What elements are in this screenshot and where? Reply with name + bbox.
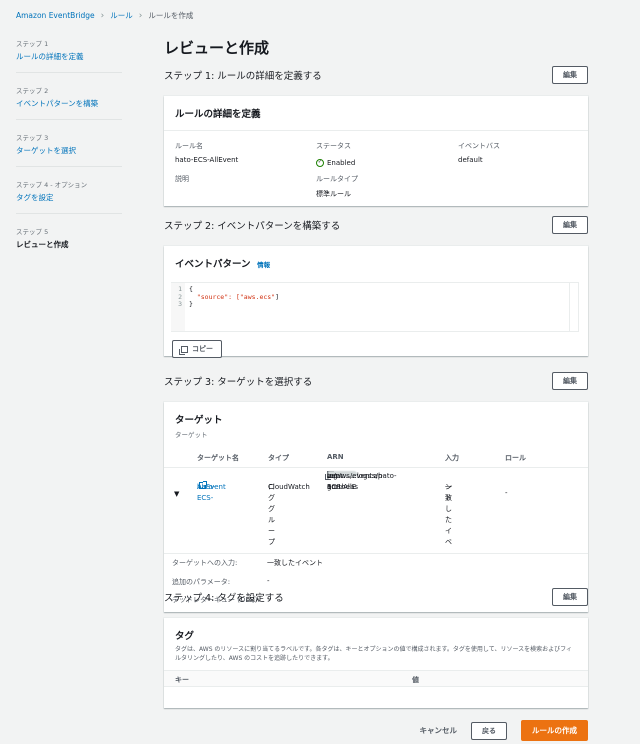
chevron-right-icon: › xyxy=(138,10,143,21)
target-role: - xyxy=(505,489,508,497)
tags-table-header: キー 値 xyxy=(164,670,588,687)
step-current-review: レビューと作成 xyxy=(16,240,69,249)
wizard-footer: キャンセル 戻る ルールの作成 xyxy=(420,720,588,741)
step-link-event-pattern[interactable]: イベントパターンを構築 xyxy=(16,98,122,109)
expand-caret-icon[interactable]: ▼ xyxy=(174,489,179,500)
section-3-header: ステップ 3: ターゲットを選択する 編集 xyxy=(164,372,588,390)
copy-icon xyxy=(179,345,188,355)
col-arn: ARN xyxy=(327,453,344,461)
rule-type-field: ルールタイプ 標準ルール xyxy=(316,174,358,199)
page-title: レビューと作成 xyxy=(164,39,270,57)
step-link-targets[interactable]: ターゲットを選択 xyxy=(16,145,122,156)
event-bus-field: イベントバス default xyxy=(458,141,500,164)
col-target-name: ターゲット名 xyxy=(197,454,239,462)
step-2: ステップ 2 イベントパターンを構築 xyxy=(16,81,122,120)
step-number: ステップ 4 - オプション xyxy=(16,181,88,189)
field-label: ルールタイプ xyxy=(316,175,358,183)
card-title: タグ xyxy=(175,631,195,642)
status-value: ✓ Enabled xyxy=(316,158,356,167)
card-title: ルールの詳細を定義 xyxy=(175,109,261,120)
step-1: ステップ 1 ルールの詳細を定義 xyxy=(16,34,122,73)
step-3: ステップ 3 ターゲットを選択 xyxy=(16,128,122,167)
step-4: ステップ 4 - オプション タグを設定 xyxy=(16,175,122,214)
section-title: ステップ 1: ルールの詳細を定義する xyxy=(164,71,322,82)
step-link-define-rule[interactable]: ルールの詳細を定義 xyxy=(16,51,122,62)
card-title: イベントパターン xyxy=(175,259,251,270)
breadcrumb-eventbridge[interactable]: Amazon EventBridge xyxy=(16,11,95,20)
back-button[interactable]: 戻る xyxy=(471,721,507,740)
field-label: 説明 xyxy=(175,175,189,183)
rule-name-field: ルール名 hato-ECS-AllEvent xyxy=(175,141,238,164)
breadcrumb-current: ルールを作成 xyxy=(148,11,194,20)
check-circle-icon: ✓ xyxy=(316,158,324,167)
step-number: ステップ 5 xyxy=(16,228,49,236)
event-pattern-card: イベントパターン 情報 1 2 3 { "source": ["aws.ecs"… xyxy=(164,246,588,358)
section-title: ステップ 2: イベントパターンを構築する xyxy=(164,221,341,232)
cancel-button[interactable]: キャンセル xyxy=(420,725,458,736)
info-link[interactable]: 情報 xyxy=(257,261,270,269)
section-2-header: ステップ 2: イベントパターンを構築する 編集 xyxy=(164,216,588,234)
col-role: ロール xyxy=(505,454,526,462)
section-title: ステップ 3: ターゲットを選択する xyxy=(164,377,313,388)
col-input: 入力 xyxy=(445,454,459,462)
code-content: { "source": ["aws.ecs"] } xyxy=(189,285,280,308)
edit-step-2-button[interactable]: 編集 xyxy=(552,216,588,234)
edit-step-3-button[interactable]: 編集 xyxy=(552,372,588,390)
step-number: ステップ 3 xyxy=(16,134,49,142)
col-key: キー xyxy=(175,676,189,684)
section-title: ステップ 4: タグを設定する xyxy=(164,593,284,604)
tags-card: タグ タグは、AWS のリソースに割り当てるラベルです。各タグは、キーとオプショ… xyxy=(164,618,588,708)
tags-description: タグは、AWS のリソースに割り当てるラベルです。各タグは、キーとオプションの値… xyxy=(175,646,573,662)
col-value: 値 xyxy=(412,676,419,684)
copy-button[interactable]: コピー xyxy=(172,340,222,358)
table-row: ▼ hato-ECS- AllEvent CloudWatch ロググループ a… xyxy=(164,468,588,554)
code-editor[interactable]: 1 2 3 { "source": ["aws.ecs"] } xyxy=(171,282,579,332)
create-rule-button[interactable]: ルールの作成 xyxy=(521,720,588,741)
scrollbar[interactable] xyxy=(569,283,578,331)
rule-name-value: hato-ECS-AllEvent xyxy=(175,156,239,164)
status-text: Enabled xyxy=(327,158,356,167)
edit-step-1-button[interactable]: 編集 xyxy=(552,66,588,84)
wizard-steps: ステップ 1 ルールの詳細を定義 ステップ 2 イベントパターンを構築 ステップ… xyxy=(16,34,122,268)
chevron-right-icon: › xyxy=(100,10,105,21)
breadcrumb-rules[interactable]: ルール xyxy=(110,10,133,21)
col-type: タイプ xyxy=(268,454,289,462)
line-numbers: 1 2 3 xyxy=(171,283,185,331)
step-number: ステップ 2 xyxy=(16,87,49,95)
card-title: ターゲット xyxy=(175,415,223,426)
rule-type-value: 標準ルール xyxy=(316,190,351,198)
breadcrumb: Amazon EventBridge › ルール › ルールを作成 xyxy=(16,10,193,21)
status-field: ステータス ✓ Enabled xyxy=(316,141,355,167)
step-number: ステップ 1 xyxy=(16,40,49,48)
field-label: ステータス xyxy=(316,142,351,150)
external-link-icon xyxy=(199,481,207,489)
step-link-tags[interactable]: タグを設定 xyxy=(16,192,122,203)
event-bus-value: default xyxy=(458,156,483,164)
field-label: イベントバス xyxy=(458,142,500,150)
section-1-header: ステップ 1: ルールの詳細を定義する 編集 xyxy=(164,66,588,84)
rule-details-card: ルールの詳細を定義 ルール名 hato-ECS-AllEvent ステータス ✓… xyxy=(164,96,588,206)
targets-table-header: ターゲット名 タイプ ARN 入力 ロール xyxy=(164,452,588,468)
card-subtitle: ターゲット xyxy=(175,431,208,439)
description-field: 説明 xyxy=(175,174,189,189)
edit-step-4-button[interactable]: 編集 xyxy=(552,588,588,606)
section-4-header: ステップ 4: タグを設定する 編集 xyxy=(164,588,588,606)
step-5: ステップ 5 レビューと作成 xyxy=(16,222,122,260)
field-label: ルール名 xyxy=(175,142,203,150)
targets-card: ターゲット ターゲット ターゲット名 タイプ ARN 入力 ロール ▼ hato… xyxy=(164,402,588,612)
